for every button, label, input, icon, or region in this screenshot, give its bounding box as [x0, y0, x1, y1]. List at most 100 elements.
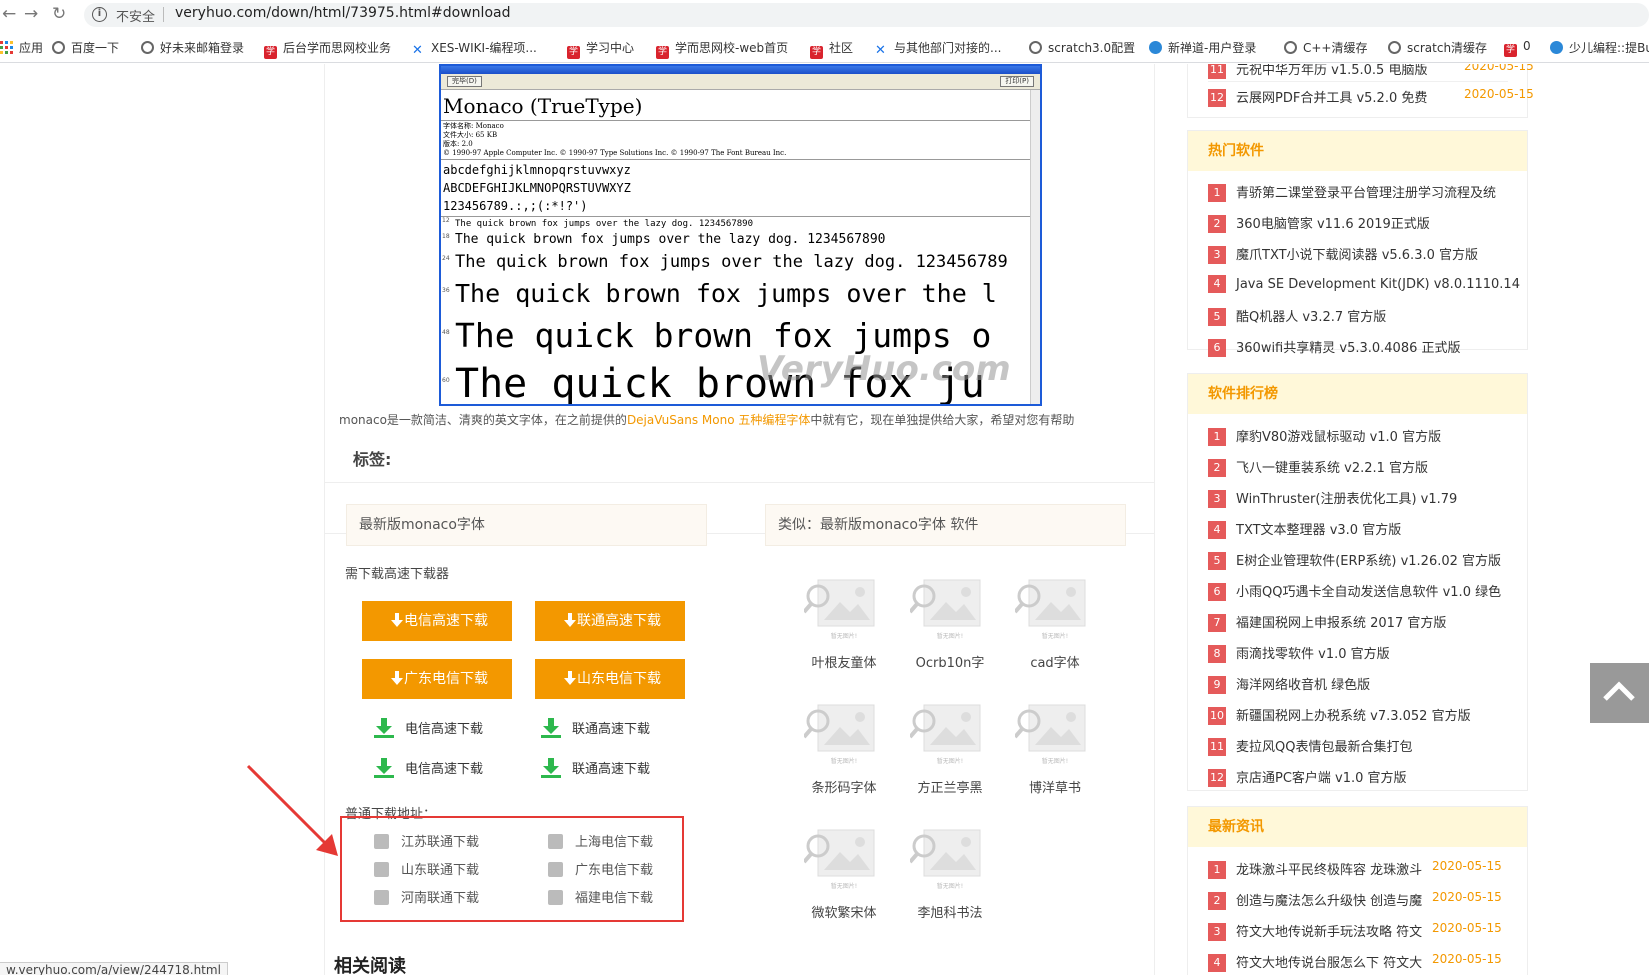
sidebar-list-item[interactable]: 4 TXT文本整理器 v3.0 官方版 [1208, 519, 1508, 549]
xes-icon: ✕ [875, 43, 886, 58]
sidebar-list-item[interactable]: 1 龙珠激斗平民终极阵容 龙珠激斗 2020-05-15 [1208, 859, 1508, 889]
download-arrow-icon [559, 671, 576, 685]
tags-label: 标签: [353, 450, 392, 469]
bookmark-backend[interactable]: 学后台学而思网校业务 [264, 39, 391, 59]
xes-icon: ✕ [412, 43, 423, 58]
sidebar-list-item[interactable]: 1 摩豹V80游戏鼠标驱动 v1.0 官方版 [1208, 426, 1508, 456]
sidebar-list-item[interactable]: 10 新疆国税网上办税系统 v7.3.052 官方版 [1208, 705, 1508, 735]
bookmark-study-center[interactable]: 学学习中心 [567, 39, 634, 59]
bookmark-scratch-config[interactable]: scratch3.0配置 [1029, 39, 1135, 56]
bookmark-scratch-cache[interactable]: scratch清缓存 [1388, 39, 1487, 56]
sidebar-list-item[interactable]: 3 魔爪TXT小说下载阅读器 v5.6.3.0 官方版 [1208, 244, 1508, 274]
sidebar-list-item[interactable]: 1 青骄第二课堂登录平台管理注册学习流程及统 [1208, 182, 1508, 212]
sidebar-list-item[interactable]: 5 酷Q机器人 v3.2.7 官方版 [1208, 306, 1508, 336]
sidebar-list-item[interactable]: 3 WinThruster(注册表优化工具) v1.79 [1208, 488, 1508, 518]
globe-icon [52, 41, 65, 54]
sidebar-list-item[interactable]: 12 京店通PC客户端 v1.0 官方版 [1208, 767, 1508, 797]
sidebar-list-item[interactable]: 7 福建国税网上申报系统 2017 官方版 [1208, 612, 1508, 642]
bookmarks-bar: 应用 百度一下 好未来邮箱登录 学后台学而思网校业务 ✕ XES-WIKI-编程项… [0, 33, 1649, 63]
svg-text:暂无图片!: 暂无图片! [937, 632, 963, 640]
url-text[interactable]: veryhuo.com/down/html/73975.html#downloa… [175, 5, 510, 21]
sidebar-list-item[interactable]: 3 符文大地传说新手玩法攻略 符文 2020-05-15 [1208, 921, 1508, 951]
similar-item[interactable]: 暂无图片! 李旭科书法 [900, 824, 1000, 921]
sidebar-list-item[interactable]: 9 海洋网络收音机 绿色版 [1208, 674, 1508, 704]
similar-item[interactable]: 暂无图片! 微软繁宋体 [794, 824, 894, 921]
preview-meta: 字体名称: Monaco 文件大小: 65 KB 版本: 2.0 © 1990-… [441, 121, 1040, 160]
bookmark-xes-wiki[interactable]: ✕ XES-WIKI-编程项... [412, 39, 537, 58]
green-download-link[interactable]: 联通高速下载 [540, 717, 650, 739]
similar-item[interactable]: 暂无图片! 条形码字体 [794, 699, 894, 796]
sidebar-list-item[interactable]: 11 元祝中华万年历 v1.5.0.5 电脑版 2020-05-15 [1208, 64, 1534, 89]
download-header: 最新版monaco字体 [346, 504, 707, 546]
green-download-link[interactable]: 联通高速下载 [540, 757, 650, 779]
similar-item[interactable]: 暂无图片! 博洋草书 [1005, 699, 1105, 796]
bookmark-kids-coding[interactable]: 少儿编程::提Bu [1550, 39, 1649, 56]
bookmark-mail[interactable]: 好未来邮箱登录 [141, 39, 244, 56]
status-bar-url: w.veryhuo.com/a/view/244718.html [0, 962, 228, 975]
bookmark-web-home[interactable]: 学学而思网校-web首页 [656, 39, 788, 59]
back-icon[interactable]: ← [2, 4, 16, 24]
bookmark-zero[interactable]: 学0 [1504, 39, 1531, 57]
bookmark-community[interactable]: 学社区 [810, 39, 853, 59]
sidebar-top-list: 11 元祝中华万年历 v1.5.0.5 电脑版 2020-05-15 12 云展网PD… [1187, 64, 1534, 118]
ie-icon [1149, 41, 1162, 54]
watermark: VeryHuo.com [757, 349, 1011, 389]
ie-icon [1550, 41, 1563, 54]
forward-icon[interactable]: → [24, 4, 38, 24]
similar-item[interactable]: 暂无图片! cad字体 [1005, 574, 1105, 671]
bookmark-apps[interactable]: 应用 [0, 39, 43, 56]
preview-window-titlebar [441, 66, 1040, 74]
description-link[interactable]: DejaVuSans Mono 五种编程字体 [627, 413, 810, 427]
bookmark-cpp-cache[interactable]: C++清缓存 [1284, 39, 1368, 56]
sidebar-list-item[interactable]: 5 E树企业管理软件(ERP系统) v1.26.02 官方版 [1208, 550, 1508, 580]
similar-item[interactable]: 暂无图片! 方正兰亭黑 [900, 699, 1000, 796]
shandong-telecom-download-button[interactable]: 山东电信下载 [535, 659, 685, 699]
xue-icon: 学 [264, 46, 277, 59]
insecure-label[interactable]: 不安全 [116, 6, 155, 25]
green-download-link[interactable]: 电信高速下载 [373, 717, 483, 739]
preview-sample-12: 12 The quick brown fox jumps over the laz… [442, 217, 754, 229]
xue-icon: 学 [656, 46, 669, 59]
preview-font-name: Monaco (TrueType) [441, 90, 1040, 121]
similar-item[interactable]: 暂无图片! Ocrb10n字 [900, 574, 1000, 671]
sidebar-list-item[interactable]: 4 符文大地传说台服怎么下 符文大 2020-05-15 [1208, 952, 1508, 975]
red-arrow-icon [246, 764, 338, 856]
svg-text:暂无图片!: 暂无图片! [937, 882, 963, 890]
preview-print-button: 打印(P) [1000, 76, 1034, 87]
preview-scrollbar [1030, 90, 1040, 404]
hot-software-panel: 热门软件 1 青骄第二课堂登录平台管理注册学习流程及统 2 360电脑管家 v11.… [1187, 130, 1528, 357]
telecom-fast-download-button[interactable]: 电信高速下载 [362, 601, 512, 641]
preview-toolbar: 完毕(D) 打印(P) [441, 74, 1040, 90]
green-download-icon [374, 718, 394, 738]
info-icon[interactable]: i [92, 7, 107, 22]
chevron-up-icon [1603, 681, 1635, 701]
sidebar-list-item[interactable]: 8 雨滴找零软件 v1.0 官方版 [1208, 643, 1508, 673]
sidebar-list-item[interactable]: 11 麦拉风QQ表情包最新合集打包 [1208, 736, 1508, 766]
sidebar-list-item[interactable]: 12 云展网PDF合并工具 v5.2.0 免费 2020-05-15 [1208, 87, 1534, 117]
sidebar-list-item[interactable]: 2 360电脑管家 v11.6 2019正式版 [1208, 213, 1508, 243]
preview-done-button: 完毕(D) [447, 76, 482, 87]
sidebar-list-item[interactable]: 6 360wifi共享精灵 v5.3.0.4086 正式版 [1208, 337, 1508, 367]
green-download-link[interactable]: 电信高速下载 [373, 757, 483, 779]
bookmark-dept[interactable]: ✕ 与其他部门对接的... [875, 39, 1001, 58]
font-preview-image: 完毕(D) 打印(P) Monaco (TrueType) 字体名称: Mona… [439, 64, 1042, 406]
bookmark-zentao[interactable]: 新禅道-用户登录 [1149, 39, 1256, 56]
guangdong-telecom-download-button[interactable]: 广东电信下载 [362, 659, 512, 699]
download-arrow-icon [386, 671, 403, 685]
no-image-icon: 暂无图片! [908, 579, 981, 640]
bookmark-baidu[interactable]: 百度一下 [52, 39, 119, 56]
green-download-icon [541, 758, 561, 778]
sidebar-list-item[interactable]: 2 创造与魔法怎么升级快 创造与魔 2020-05-15 [1208, 890, 1508, 920]
similar-item[interactable]: 暂无图片! 叶根友童体 [794, 574, 894, 671]
svg-text:暂无图片!: 暂无图片! [831, 757, 857, 765]
no-image-icon: 暂无图片! [1013, 579, 1086, 640]
sidebar-list-item[interactable]: 4 Java SE Development Kit(JDK) v8.0.1110.… [1208, 275, 1520, 305]
reload-icon[interactable]: ↻ [52, 4, 66, 24]
svg-text:暂无图片!: 暂无图片! [937, 757, 963, 765]
sidebar-list-item[interactable]: 6 小雨QQ巧遇卡全自动发送信息软件 v1.0 绿色 [1208, 581, 1508, 611]
svg-text:暂无图片!: 暂无图片! [1042, 632, 1068, 640]
unicom-fast-download-button[interactable]: 联通高速下载 [535, 601, 685, 641]
back-to-top-button[interactable] [1590, 663, 1649, 723]
sidebar-list-item[interactable]: 2 飞八一键重装系统 v2.2.1 官方版 [1208, 457, 1508, 487]
similar-header: 类似：最新版monaco字体 软件 [765, 504, 1126, 546]
